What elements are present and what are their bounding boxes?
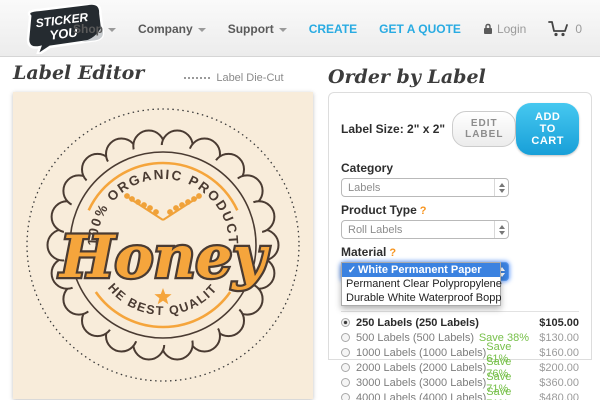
- editor-title: Label Editor: [13, 62, 145, 84]
- material-dropdown: ✓ White Permanent Paper Permanent Clear …: [341, 262, 502, 306]
- lock-icon: [483, 23, 492, 34]
- material-option-label: Durable White Waterproof Bopp: [346, 292, 502, 304]
- quantity-radio[interactable]: [341, 348, 350, 357]
- die-cut-dash-icon: [184, 77, 211, 79]
- label-editor-section: Label Editor Label Die-Cut 100% ORGANIC …: [8, 62, 313, 399]
- order-by-label-section: Order by Label Label Size: 2" x 2" EDIT …: [328, 62, 592, 400]
- nav-item-support[interactable]: Support: [228, 22, 287, 36]
- honey-label-artwork: 100% ORGANIC PRODUCT THE BEST QUALITY: [8, 81, 300, 382]
- nav-item-shop[interactable]: Shop: [73, 21, 117, 36]
- quantity-price: $480.00: [539, 391, 579, 400]
- nav-item-company-label: Company: [138, 21, 193, 36]
- label-size-text: Label Size: 2" x 2": [341, 122, 446, 136]
- quantity-price: $130.00: [539, 331, 579, 344]
- cart-button[interactable]: 0: [548, 20, 582, 38]
- quantity-radio[interactable]: [341, 318, 350, 327]
- cart-count: 0: [575, 21, 582, 36]
- login-label: Login: [496, 21, 527, 36]
- select-spinner-icon: [494, 179, 508, 196]
- quantity-price: $160.00: [539, 346, 579, 359]
- category-select[interactable]: Labels: [341, 178, 509, 197]
- nav-link-create[interactable]: CREATE: [309, 22, 357, 36]
- quantity-label: 250 Labels (250 Labels): [356, 316, 479, 329]
- editor-header: Label Editor Label Die-Cut: [13, 62, 313, 92]
- nav-item-company[interactable]: Company: [138, 22, 206, 36]
- nav-item-support-label: Support: [227, 21, 274, 36]
- order-title: Order by Label: [328, 66, 486, 88]
- quantity-price: $360.00: [539, 376, 579, 389]
- nav-login[interactable]: Login: [483, 22, 526, 36]
- category-value: Labels: [348, 181, 381, 194]
- quantity-radio[interactable]: [341, 393, 350, 400]
- quantity-label: 4000 Labels (4000 Labels): [356, 391, 487, 400]
- quantity-row: 2000 Labels (2000 Labels) Save 76% $200.…: [341, 356, 579, 380]
- nav-link-get-a-quote[interactable]: GET A QUOTE: [379, 22, 461, 36]
- category-label: Category: [341, 161, 394, 175]
- quantity-price: $105.00: [539, 316, 579, 329]
- add-to-cart-button[interactable]: ADD TO CART: [516, 103, 579, 155]
- label-size-row: Label Size: 2" x 2" EDIT LABEL ADD TO CA…: [341, 103, 579, 155]
- caret-down-icon: [108, 27, 117, 32]
- edit-label-button[interactable]: EDIT LABEL: [452, 111, 517, 147]
- label-product-name: Honey: [58, 223, 271, 291]
- material-option-white-permanent-paper[interactable]: ✓ White Permanent Paper: [342, 263, 500, 277]
- top-nav: STICKER YOU Shop Company Support CREATE …: [0, 0, 600, 59]
- quantity-radio[interactable]: [341, 333, 350, 342]
- quantity-list: 250 Labels (250 Labels) $105.00 500 Labe…: [341, 311, 579, 400]
- material-help-icon[interactable]: ?: [389, 247, 396, 259]
- quantity-row: 250 Labels (250 Labels) $105.00: [341, 315, 579, 330]
- product-type-select[interactable]: Roll Labels: [341, 220, 509, 239]
- select-spinner-icon: [494, 221, 508, 238]
- cart-icon: [548, 20, 569, 36]
- quantity-row: 3000 Labels (3000 Labels) Save 71% $360.…: [341, 371, 579, 395]
- label-editor-canvas[interactable]: 100% ORGANIC PRODUCT THE BEST QUALITY: [8, 81, 313, 399]
- quantity-row: 500 Labels (500 Labels) Save 38% $130.00: [341, 330, 579, 345]
- quantity-row: 4000 Labels (4000 Labels) Save 71% $480.…: [341, 386, 579, 400]
- quantity-label: 1000 Labels (1000 Labels): [356, 346, 487, 359]
- order-header: Order by Label: [328, 62, 592, 92]
- die-cut-legend: Label Die-Cut: [184, 72, 284, 84]
- check-icon: ✓: [347, 264, 357, 276]
- die-cut-label: Label Die-Cut: [216, 72, 284, 84]
- product-type-help-icon[interactable]: ?: [420, 205, 427, 217]
- product-type-label-text: Product Type: [341, 203, 417, 217]
- product-type-label: Product Type?: [341, 203, 579, 217]
- quantity-radio[interactable]: [341, 378, 350, 387]
- material-option-label: Permanent Clear Polypropylene: [346, 278, 502, 290]
- caret-down-icon: [197, 27, 206, 32]
- page: STICKER YOU Shop Company Support CREATE …: [0, 0, 600, 400]
- material-option-label: White Permanent Paper: [358, 264, 482, 276]
- quantity-price: $200.00: [539, 361, 579, 374]
- quantity-radio[interactable]: [341, 363, 350, 372]
- quantity-label: 2000 Labels (2000 Labels): [356, 361, 487, 374]
- material-label-text: Material: [341, 245, 387, 259]
- quantity-label: 500 Labels (500 Labels): [356, 331, 475, 344]
- material-option-durable-white-waterproof-bopp[interactable]: Durable White Waterproof Bopp: [342, 291, 502, 305]
- material-label: Material?: [341, 245, 579, 259]
- material-field: ✓ White Permanent Paper Permanent Clear …: [341, 262, 579, 306]
- material-option-permanent-clear-polypropylene[interactable]: Permanent Clear Polypropylene: [342, 277, 502, 291]
- quantity-row: 1000 Labels (1000 Labels) Save 61% $160.…: [341, 341, 579, 365]
- save-badge: Save 71%: [486, 385, 512, 400]
- caret-down-icon: [278, 27, 287, 32]
- quantity-label: 3000 Labels (3000 Labels): [356, 376, 487, 389]
- nav-item-shop-label: Shop: [73, 21, 104, 36]
- product-type-value: Roll Labels: [348, 223, 403, 236]
- order-card: Label Size: 2" x 2" EDIT LABEL ADD TO CA…: [328, 92, 592, 400]
- nav-menu: Shop Company Support CREATE GET A QUOTE …: [73, 0, 582, 57]
